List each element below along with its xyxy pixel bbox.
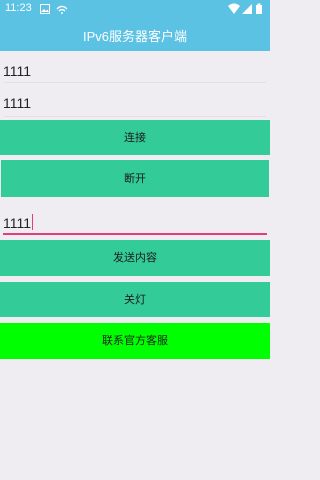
address-input[interactable] [0, 59, 270, 83]
status-bar: 11:23 [0, 0, 270, 19]
text-cursor [32, 214, 33, 230]
disconnect-button[interactable]: 断开 [1, 160, 269, 197]
port-underline [4, 116, 266, 117]
battery-icon [256, 3, 262, 14]
app-bar: IPv6服务器客户端 [0, 19, 270, 51]
lights-off-button[interactable]: 关灯 [0, 282, 270, 317]
address-underline [4, 82, 266, 83]
notification-icon [56, 4, 68, 17]
contact-support-button[interactable]: 联系官方客服 [0, 323, 270, 359]
message-input[interactable] [0, 211, 270, 235]
status-time: 11:23 [5, 2, 32, 14]
send-button[interactable]: 发送内容 [0, 240, 270, 276]
page-title: IPv6服务器客户端 [82, 29, 187, 44]
status-right-group [228, 3, 266, 18]
image-icon [40, 4, 50, 17]
wifi-icon [228, 3, 240, 14]
port-input[interactable] [0, 91, 270, 115]
cellular-signal-icon [242, 4, 252, 14]
message-underline [3, 233, 267, 235]
connect-button[interactable]: 连接 [0, 120, 270, 155]
